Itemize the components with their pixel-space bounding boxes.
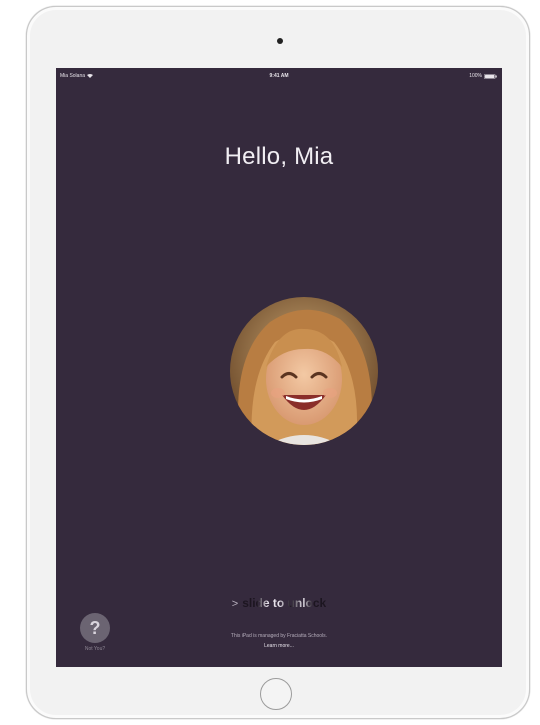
home-button[interactable] [260,678,292,710]
greeting-title: Hello, Mia [224,143,334,170]
battery-icon [484,73,497,79]
status-bar: Mia Solana 9:41 AM 100% [56,68,502,84]
battery-percent: 100% [469,73,482,79]
slide-to-unlock[interactable]: > slide to unlock [56,596,502,610]
front-camera [277,38,283,44]
status-time: 9:41 AM [269,73,289,79]
chevron-right-icon: > [231,598,239,610]
ipad-device: Mia Solana 9:41 AM 100% Hello, Mia > sli… [26,6,530,719]
managed-device-note: This iPad is managed by Fraciatta School… [230,633,328,639]
slide-to-unlock-label: slide to unlock [242,596,327,610]
lock-screen: Mia Solana 9:41 AM 100% Hello, Mia > sli… [56,68,502,667]
user-avatar [230,297,378,445]
learn-more-link[interactable]: Learn more... [56,643,502,649]
status-right: 100% [469,73,497,79]
